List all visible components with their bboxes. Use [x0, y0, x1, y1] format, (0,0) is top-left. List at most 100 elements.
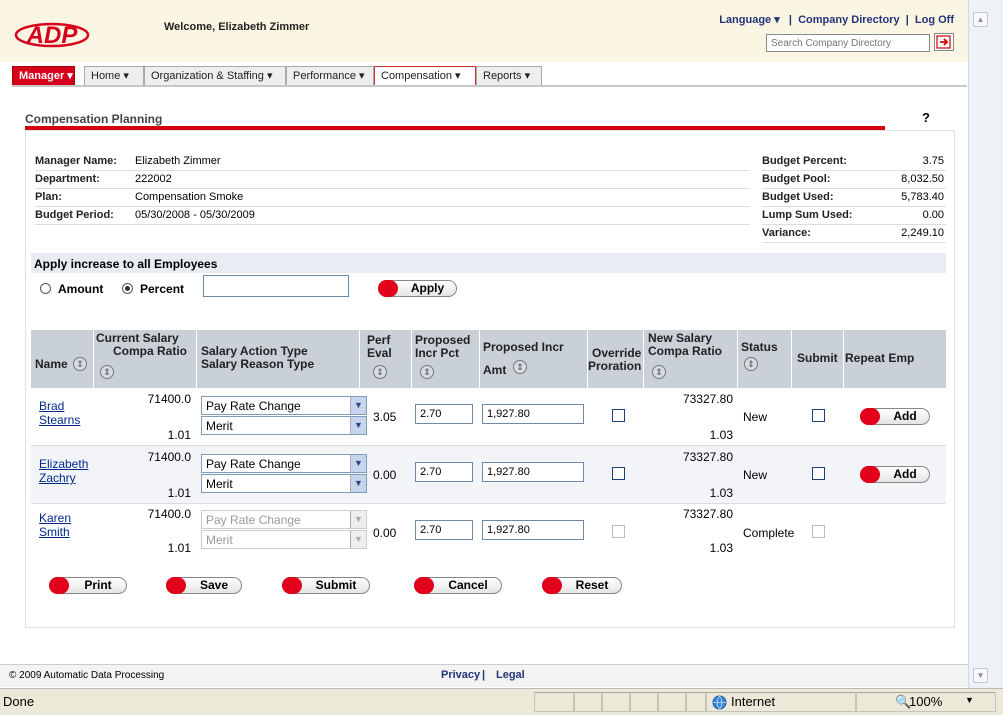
scroll-down-icon[interactable]: ▼: [973, 668, 988, 683]
chevron-down-icon[interactable]: ▼: [965, 695, 974, 705]
proposed-pct-input[interactable]: [415, 520, 473, 540]
nav-organization-staffing[interactable]: Organization & Staffing ▾: [144, 66, 286, 86]
nav-compensation[interactable]: Compensation ▾: [374, 66, 476, 86]
cancel-button[interactable]: Cancel: [414, 577, 502, 594]
compa-ratio: 1.01: [167, 541, 191, 555]
department-label: Department:: [35, 170, 135, 189]
chevron-down-icon: ▼: [350, 531, 366, 548]
adp-logo[interactable]: ADP: [12, 18, 92, 50]
col-header-eval: Eval: [367, 346, 392, 360]
compa-ratio: 1.01: [167, 428, 191, 442]
reset-button[interactable]: Reset: [542, 577, 622, 594]
page-title: Compensation Planning: [25, 112, 163, 126]
budget-period-value: 05/30/2008 - 05/30/2009: [135, 206, 750, 225]
plan-label: Plan:: [35, 188, 135, 207]
col-header-name: Name: [35, 357, 68, 371]
submit-button[interactable]: Submit: [282, 577, 370, 594]
department-value: 222002: [135, 170, 750, 189]
new-salary: 73327.80: [682, 392, 733, 406]
sort-pct-icon[interactable]: ⇕: [420, 365, 434, 379]
nav-home[interactable]: Home ▾: [84, 66, 144, 86]
help-icon[interactable]: ?: [922, 110, 930, 125]
col-header-new-compa: Compa Ratio: [648, 344, 723, 358]
proposed-amt-input[interactable]: [482, 520, 584, 540]
chevron-down-icon: ▼: [350, 397, 366, 414]
col-header-proposed-incr: Proposed Incr: [483, 340, 564, 354]
salary-reason-select[interactable]: Merit ▼: [201, 474, 367, 493]
submit-checkbox[interactable]: [812, 525, 825, 538]
sort-name-icon[interactable]: ⇕: [73, 357, 87, 371]
legal-link[interactable]: Legal: [496, 669, 525, 681]
apply-increase-input[interactable]: [203, 275, 349, 297]
proposed-pct-input[interactable]: [415, 404, 473, 424]
salary-reason-select[interactable]: Merit ▼: [201, 530, 367, 549]
variance-value: 2,249.10: [872, 224, 946, 243]
search-go-button[interactable]: [934, 33, 954, 51]
employee-link[interactable]: Brad Stearns: [39, 399, 80, 427]
sort-status-icon[interactable]: ⇕: [744, 357, 758, 371]
current-salary: 71400.0: [147, 507, 191, 521]
budget-pool-label: Budget Pool:: [762, 170, 872, 189]
budget-percent-value: 3.75: [872, 152, 946, 171]
col-header-salary-reason: Salary Reason Type: [201, 357, 315, 371]
col-header-status: Status: [741, 340, 778, 354]
amount-radio[interactable]: [40, 283, 51, 294]
scroll-up-icon[interactable]: ▲: [973, 12, 988, 27]
perf-eval: 3.05: [373, 410, 397, 424]
new-compa-ratio: 1.03: [709, 486, 733, 500]
proposed-pct-input[interactable]: [415, 462, 473, 482]
new-salary: 73327.80: [682, 450, 733, 464]
salary-action-select[interactable]: Pay Rate Change ▼: [201, 454, 367, 473]
col-header-proration: Proration: [588, 359, 642, 373]
button-red-pill: [414, 577, 434, 594]
sort-perf-icon[interactable]: ⇕: [373, 365, 387, 379]
sort-newsal-icon[interactable]: ⇕: [652, 365, 666, 379]
nav-divider: [12, 85, 967, 87]
current-salary: 71400.0: [147, 450, 191, 464]
apply-button[interactable]: Apply: [378, 280, 457, 297]
language-menu[interactable]: Language ▾: [719, 14, 780, 26]
table-row: Elizabeth Zachry 71400.0 1.01 Pay Rate Ch…: [31, 446, 946, 504]
override-proration-checkbox[interactable]: [612, 467, 625, 480]
nav-manager[interactable]: Manager ▾: [12, 66, 75, 86]
override-proration-checkbox[interactable]: [612, 525, 625, 538]
sort-amt-icon[interactable]: ⇕: [513, 360, 527, 374]
lump-sum-value: 0.00: [872, 206, 946, 225]
employee-link[interactable]: Karen Smith: [39, 511, 71, 539]
print-button[interactable]: Print: [49, 577, 127, 594]
company-directory-link[interactable]: Company Directory: [798, 14, 899, 26]
salary-action-select[interactable]: Pay Rate Change ▼: [201, 396, 367, 415]
salary-action-select[interactable]: Pay Rate Change ▼: [201, 510, 367, 529]
col-header-repeat: Repeat Emp: [845, 351, 915, 365]
status-text: New: [743, 468, 768, 482]
browser-status-bar: Done Internet 🔍 100% ▼: [0, 688, 1003, 715]
submit-checkbox[interactable]: [812, 467, 825, 480]
directory-search-input[interactable]: [766, 34, 930, 52]
privacy-link[interactable]: Privacy: [441, 669, 480, 681]
budget-used-value: 5,783.40: [872, 188, 946, 207]
submit-checkbox[interactable]: [812, 409, 825, 422]
proposed-amt-input[interactable]: [482, 404, 584, 424]
globe-icon: [712, 695, 727, 710]
percent-radio[interactable]: [122, 283, 133, 294]
add-button[interactable]: Add: [860, 408, 930, 425]
new-compa-ratio: 1.03: [709, 428, 733, 442]
salary-reason-select[interactable]: Merit ▼: [201, 416, 367, 435]
button-red-pill: [860, 408, 880, 425]
apply-section-heading: Apply increase to all Employees: [31, 253, 946, 273]
zoom-control[interactable]: 🔍 100% ▼: [856, 692, 996, 712]
add-button[interactable]: Add: [860, 466, 930, 483]
nav-performance[interactable]: Performance ▾: [286, 66, 374, 86]
sort-compa-icon[interactable]: ⇕: [100, 365, 114, 379]
save-button[interactable]: Save: [166, 577, 242, 594]
override-proration-checkbox[interactable]: [612, 409, 625, 422]
employee-link[interactable]: Elizabeth Zachry: [39, 457, 88, 485]
button-red-pill: [166, 577, 186, 594]
logoff-link[interactable]: Log Off: [915, 14, 954, 26]
col-header-submit: Submit: [797, 351, 838, 365]
vertical-scrollbar[interactable]: ▲ ▼: [968, 0, 1003, 688]
proposed-amt-input[interactable]: [482, 462, 584, 482]
manager-name-value: Elizabeth Zimmer: [135, 152, 750, 171]
percent-radio-label: Percent: [140, 282, 185, 296]
nav-reports[interactable]: Reports ▾: [476, 66, 542, 86]
